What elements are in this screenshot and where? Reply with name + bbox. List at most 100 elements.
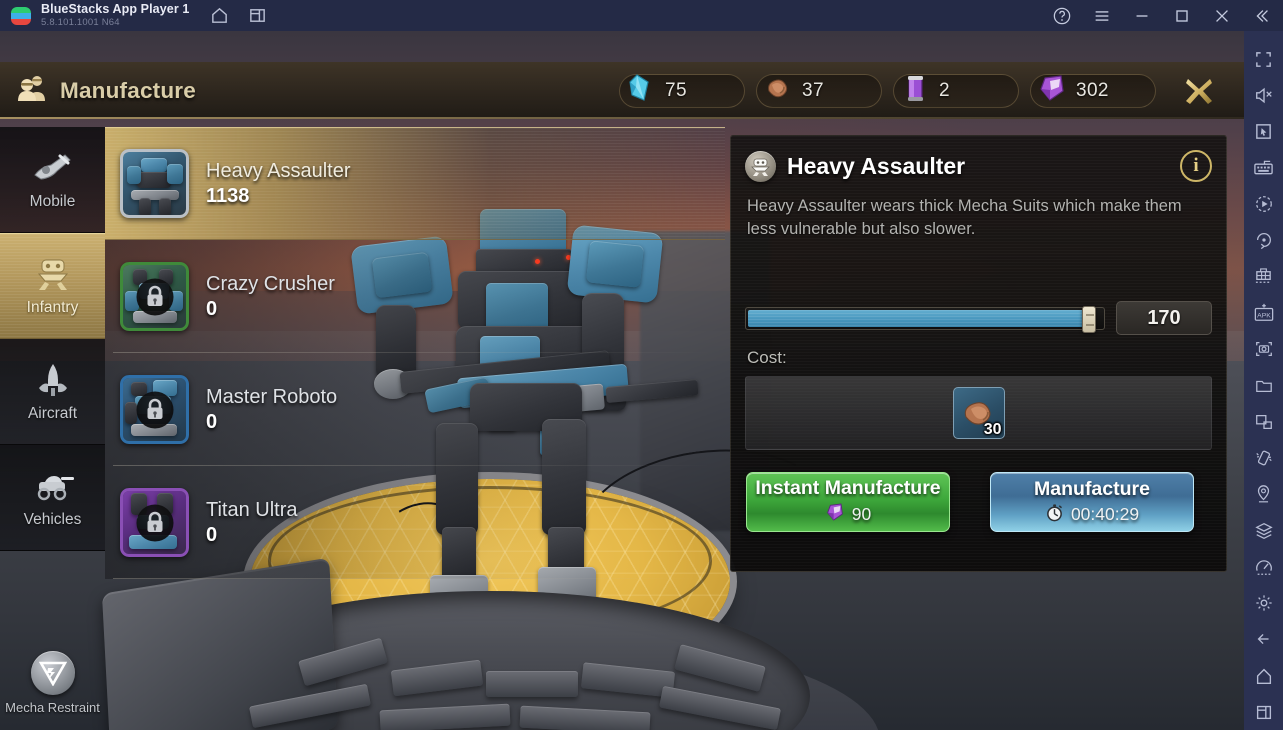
- instant-manufacture-button[interactable]: Instant Manufacture 90: [746, 472, 950, 532]
- mute-icon[interactable]: [1244, 77, 1283, 113]
- back-icon[interactable]: [1244, 621, 1283, 657]
- home-icon[interactable]: [209, 6, 229, 26]
- fullscreen-icon[interactable]: [1244, 41, 1283, 77]
- page-title-text: Manufacture: [60, 77, 196, 103]
- unit-detail-panel: Heavy Assaulter i Heavy Assaulter wears …: [730, 135, 1227, 572]
- resource-vial[interactable]: 2: [893, 73, 1019, 108]
- detail-actions: Instant Manufacture 90 Manufacture 00:40…: [746, 472, 1226, 532]
- category-rail: Mobile Infantry Aircraft Vehicles Mecha …: [0, 127, 105, 730]
- quantity-box[interactable]: 170: [1116, 301, 1212, 335]
- screen: Manufacture 75 37 2 302 Mobile Infantry …: [0, 0, 1283, 730]
- cost-container: 30: [745, 376, 1212, 450]
- pointer-icon[interactable]: [1244, 114, 1283, 150]
- close-panel-button[interactable]: [1178, 70, 1220, 112]
- unit-row-crazy-crusher[interactable]: Crazy Crusher 0: [105, 240, 725, 353]
- multi-instance-icon[interactable]: [247, 6, 267, 26]
- unit-count: 0: [206, 297, 218, 320]
- unit-count: 0: [206, 523, 218, 546]
- layers-icon[interactable]: [1244, 512, 1283, 548]
- mecha-restraint-label: Mecha Restraint: [5, 700, 100, 715]
- quantity-slider-row: 170: [745, 301, 1212, 335]
- manufacture-label: Manufacture: [1034, 477, 1150, 500]
- bluestacks-version: 5.8.101.1001 N64: [41, 17, 120, 29]
- close-icon[interactable]: [1209, 3, 1235, 29]
- category-vehicles[interactable]: Vehicles: [0, 445, 105, 551]
- unit-row-heavy-assaulter[interactable]: Heavy Assaulter 1138: [105, 127, 725, 240]
- category-aircraft-label: Aircraft: [27, 404, 78, 422]
- collapse-icon[interactable]: [1249, 3, 1275, 29]
- unit-info: Heavy Assaulter 1138: [206, 160, 351, 208]
- bluestacks-titlebar-icons: [209, 6, 267, 26]
- multi-instance-sync-icon[interactable]: [1244, 259, 1283, 295]
- info-icon[interactable]: i: [1180, 150, 1212, 182]
- maximize-icon[interactable]: [1169, 3, 1195, 29]
- detail-title: Heavy Assaulter: [787, 152, 966, 179]
- bluestacks-titles: BlueStacks App Player 1 5.8.101.1001 N64: [41, 1, 190, 29]
- unit-info: Master Roboto 0: [206, 386, 337, 434]
- rotate-icon[interactable]: [1244, 222, 1283, 258]
- infantry-emblem-icon: [745, 150, 776, 182]
- screenshot-icon[interactable]: [1244, 331, 1283, 367]
- artillery-icon: [31, 149, 75, 187]
- unit-row-titan-ultra[interactable]: Titan Ultra 0: [105, 466, 725, 579]
- unit-name: Heavy Assaulter: [206, 159, 351, 182]
- ore-icon: [763, 73, 793, 108]
- unit-thumbnail: [120, 488, 189, 557]
- help-icon[interactable]: [1049, 3, 1075, 29]
- menu-icon[interactable]: [1089, 3, 1115, 29]
- macro-play-icon[interactable]: [1244, 186, 1283, 222]
- minimize-icon[interactable]: [1129, 3, 1155, 29]
- window-controls: [1049, 3, 1283, 29]
- detail-description: Heavy Assaulter wears thick Mecha Suits …: [747, 197, 1182, 238]
- unit-info: Titan Ultra 0: [206, 499, 298, 547]
- manufacture-button[interactable]: Manufacture 00:40:29: [990, 472, 1194, 532]
- category-vehicles-label: Vehicles: [23, 510, 82, 528]
- cost-item-ore[interactable]: 30: [952, 387, 1005, 439]
- bluestacks-app-name: BlueStacks App Player 1: [41, 1, 190, 16]
- unit-thumbnail: [120, 149, 189, 218]
- detail-title-row: Heavy Assaulter i: [731, 136, 1226, 182]
- category-aircraft[interactable]: Aircraft: [0, 339, 105, 445]
- unit-name: Crazy Crusher: [206, 272, 335, 295]
- resource-ore-value: 37: [802, 79, 824, 101]
- category-mobile[interactable]: Mobile: [0, 127, 105, 233]
- manufacture-time-value: 00:40:29: [1070, 504, 1140, 524]
- location-icon[interactable]: [1244, 476, 1283, 512]
- category-mobile-label: Mobile: [29, 192, 76, 210]
- infantry-icon: [31, 255, 75, 293]
- bluestacks-sidebar: APK: [1244, 31, 1283, 730]
- resource-vial-value: 2: [939, 79, 950, 101]
- mecha-restraint-button[interactable]: Mecha Restraint: [0, 640, 105, 726]
- slider-fill: [748, 309, 1088, 327]
- resource-ore[interactable]: 37: [756, 73, 882, 108]
- slider-handle[interactable]: [1081, 305, 1096, 333]
- unit-row-master-roboto[interactable]: Master Roboto 0: [105, 353, 725, 466]
- unit-thumbnail: [120, 262, 189, 331]
- media-folder-icon[interactable]: [1244, 367, 1283, 403]
- resource-gem[interactable]: 302: [1030, 73, 1156, 108]
- resource-crystal[interactable]: 75: [619, 73, 745, 108]
- unit-count: 0: [206, 410, 218, 433]
- crystal-icon: [626, 73, 656, 108]
- game-header: Manufacture 75 37 2 302: [0, 62, 1244, 119]
- unit-count: 1138: [206, 184, 250, 207]
- unit-info: Crazy Crusher 0: [206, 273, 335, 321]
- game-viewport: Manufacture 75 37 2 302 Mobile Infantry …: [0, 31, 1244, 730]
- aircraft-icon: [31, 361, 75, 399]
- quantity-slider[interactable]: [745, 305, 1105, 333]
- unit-list: Heavy Assaulter 1138 Crazy Crusher 0 Mas…: [105, 127, 725, 730]
- install-apk-icon[interactable]: APK: [1244, 295, 1283, 331]
- instant-manufacture-label: Instant Manufacture: [755, 477, 941, 499]
- page-title: Manufacture: [17, 74, 196, 107]
- performance-icon[interactable]: [1244, 549, 1283, 585]
- gear-icon[interactable]: [1244, 585, 1283, 621]
- category-infantry[interactable]: Infantry: [0, 233, 105, 339]
- pip-icon[interactable]: [1244, 404, 1283, 440]
- home-icon[interactable]: [1244, 658, 1283, 694]
- keyboard-controls-icon[interactable]: [1244, 150, 1283, 186]
- resource-gem-value: 302: [1076, 79, 1109, 101]
- shake-icon[interactable]: [1244, 440, 1283, 476]
- svg-text:APK: APK: [1257, 313, 1271, 320]
- cost-label: Cost:: [747, 348, 787, 367]
- recents-icon[interactable]: [1244, 694, 1283, 730]
